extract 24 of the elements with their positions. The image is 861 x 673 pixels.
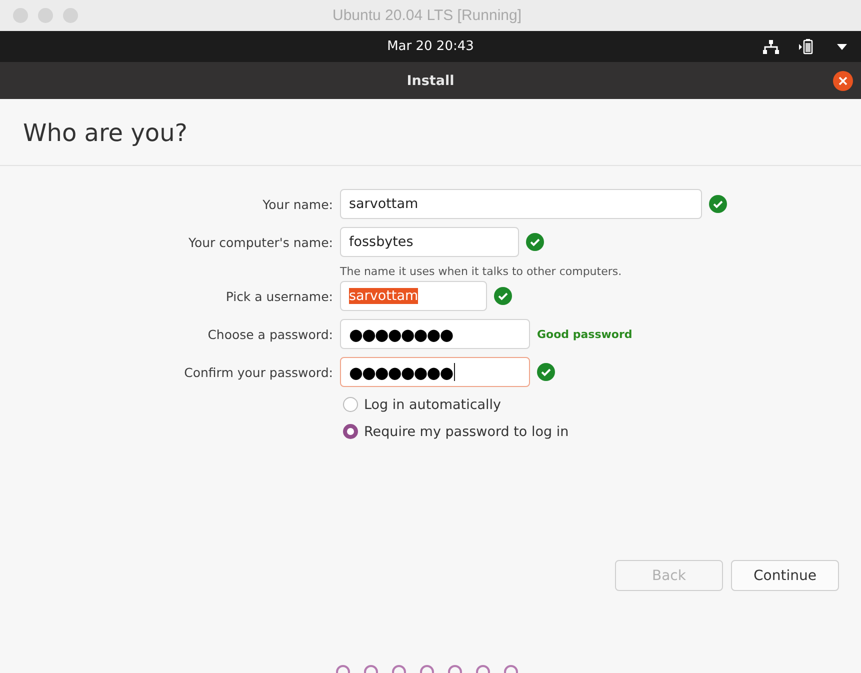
dialog-title: Install — [406, 72, 454, 88]
input-field[interactable]: sarvottam — [340, 281, 487, 311]
radio-label[interactable]: Log in automatically — [364, 396, 502, 412]
input-field[interactable]: fossbytes — [340, 227, 519, 257]
password-strength: Good password — [537, 328, 632, 340]
window-title: Ubuntu 20.04 LTS [Running] — [332, 7, 522, 24]
field-label: Your computer's name: — [187, 234, 333, 250]
input-field[interactable]: sarvottam — [340, 189, 702, 219]
field-label: Your name: — [262, 196, 333, 212]
field-hint: The name it uses when it talks to other computers. — [340, 265, 622, 278]
network-icon[interactable] — [763, 40, 779, 54]
field-label: Choose a password: — [206, 326, 333, 342]
radio-button[interactable] — [343, 397, 358, 412]
continue-button[interactable]: Continue — [731, 560, 839, 591]
dropdown-icon[interactable] — [837, 44, 847, 50]
input-field[interactable]: ●●●●●●●● — [340, 319, 530, 349]
field-label: Pick a username: — [224, 288, 333, 304]
radio-label[interactable]: Require my password to log in — [364, 424, 569, 440]
clock[interactable]: Mar 20 20:43 — [387, 39, 474, 54]
close-icon[interactable] — [833, 70, 853, 90]
radio-button[interactable] — [343, 424, 358, 439]
field-label: Confirm your password: — [183, 364, 333, 380]
page-heading: Who are you? — [23, 119, 189, 147]
input-field[interactable]: ●●●●●●●● — [340, 357, 530, 387]
